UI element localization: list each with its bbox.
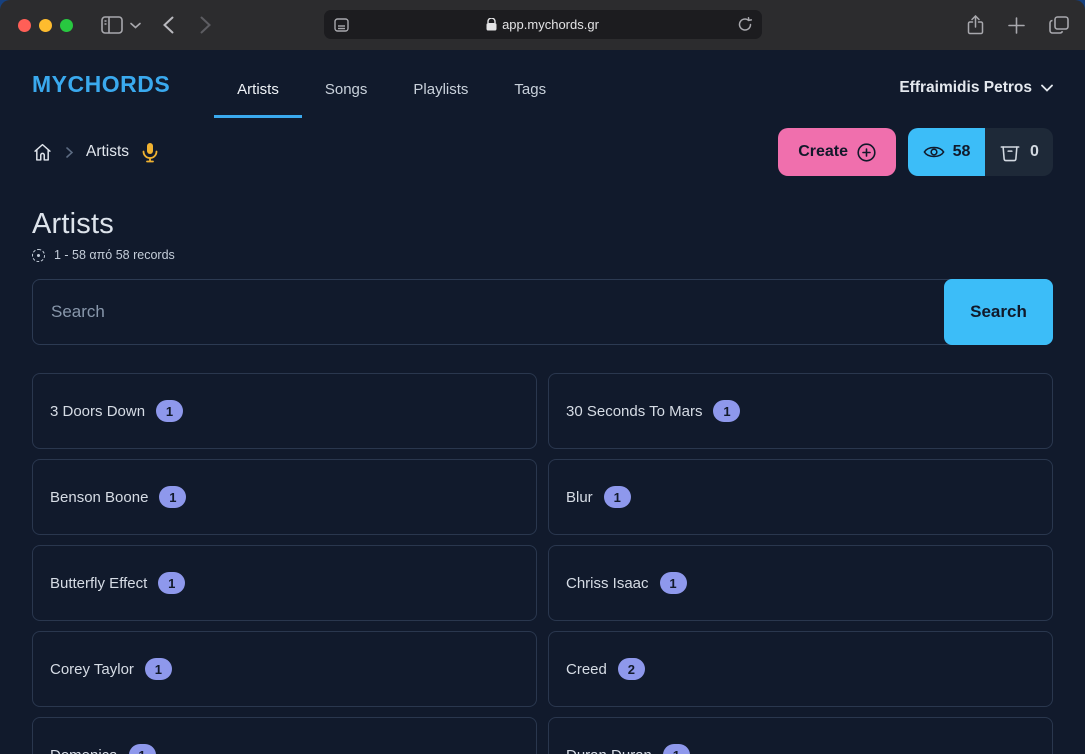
search-bar: Search — [32, 279, 1053, 345]
views-button[interactable]: 58 — [908, 128, 985, 176]
artist-song-count-badge: 1 — [145, 658, 172, 680]
mychords-logo[interactable]: MYCHORDS — [32, 71, 170, 98]
artists-grid: 3 Doors Down130 Seconds To Mars1Benson B… — [32, 373, 1053, 754]
artist-card[interactable]: Blur 1 — [548, 459, 1053, 535]
back-button[interactable] — [163, 16, 174, 34]
url-text: app.mychords.gr — [502, 17, 599, 32]
tab-tags[interactable]: Tags — [491, 50, 569, 118]
plus-circle-icon — [857, 143, 876, 162]
artist-card[interactable]: Corey Taylor 1 — [32, 631, 537, 707]
artist-name: Corey Taylor — [50, 661, 134, 678]
create-button[interactable]: Create — [778, 128, 896, 176]
traffic-lights — [18, 19, 73, 32]
forward-button[interactable] — [200, 16, 211, 34]
artist-song-count-badge: 1 — [663, 744, 690, 754]
search-input[interactable] — [32, 279, 1053, 345]
artist-song-count-badge: 1 — [158, 572, 185, 594]
artist-name: 3 Doors Down — [50, 403, 145, 420]
artist-name: Creed — [566, 661, 607, 678]
artist-card[interactable]: Creed 2 — [548, 631, 1053, 707]
artist-name: Chriss Isaac — [566, 575, 649, 592]
tab-overview-icon[interactable] — [1049, 16, 1069, 34]
view-count: 58 — [953, 143, 971, 161]
search-button[interactable]: Search — [944, 279, 1053, 345]
user-name: Effraimidis Petros — [899, 79, 1032, 97]
tab-artists[interactable]: Artists — [214, 50, 302, 118]
artist-card[interactable]: Butterfly Effect 1 — [32, 545, 537, 621]
artist-card[interactable]: Chriss Isaac 1 — [548, 545, 1053, 621]
artist-song-count-badge: 2 — [618, 658, 645, 680]
artist-name: Benson Boone — [50, 489, 148, 506]
artist-name: Domenica — [50, 747, 118, 754]
page-title: Artists — [32, 208, 1053, 241]
lock-icon — [486, 18, 497, 31]
main-nav: Artists Songs Playlists Tags — [214, 50, 569, 118]
records-count-text: 1 - 58 από 58 records — [54, 248, 175, 262]
artist-song-count-badge: 1 — [156, 400, 183, 422]
cart-count: 0 — [1030, 143, 1039, 161]
sidebar-toggle-icon[interactable] — [101, 16, 123, 34]
sidebar-chevron-down-icon[interactable] — [130, 22, 141, 29]
home-icon[interactable] — [32, 142, 53, 163]
breadcrumb: Artists — [32, 142, 158, 163]
artist-card[interactable]: Duran Duran 1 — [548, 717, 1053, 754]
artist-card[interactable]: Benson Boone 1 — [32, 459, 537, 535]
action-buttons: Create 58 — [778, 128, 1053, 176]
page-settings-icon[interactable] — [334, 18, 349, 32]
artist-song-count-badge: 1 — [713, 400, 740, 422]
minimize-window-button[interactable] — [39, 19, 52, 32]
create-button-label: Create — [798, 143, 848, 161]
basket-icon — [999, 142, 1021, 163]
microphone-icon — [142, 142, 158, 163]
share-icon[interactable] — [967, 15, 984, 35]
chevron-down-icon — [1041, 84, 1053, 92]
artist-song-count-badge: 1 — [604, 486, 631, 508]
address-bar[interactable]: app.mychords.gr — [324, 10, 762, 39]
browser-window: app.mychords.gr — [0, 0, 1085, 754]
artist-name: Butterfly Effect — [50, 575, 147, 592]
artist-song-count-badge: 1 — [660, 572, 687, 594]
breadcrumb-chevron-icon — [66, 147, 73, 158]
artist-name: Blur — [566, 489, 593, 506]
cart-button[interactable]: 0 — [985, 128, 1053, 176]
browser-toolbar: app.mychords.gr — [0, 0, 1085, 50]
user-menu[interactable]: Effraimidis Petros — [899, 71, 1053, 97]
artist-name: Duran Duran — [566, 747, 652, 754]
artist-song-count-badge: 1 — [129, 744, 156, 754]
zoom-window-button[interactable] — [60, 19, 73, 32]
records-info: 1 - 58 από 58 records — [32, 248, 1053, 262]
reload-icon[interactable] — [738, 17, 752, 32]
artist-name: 30 Seconds To Mars — [566, 403, 702, 420]
tab-songs[interactable]: Songs — [302, 50, 391, 118]
site-header: MYCHORDS Artists Songs Playlists Tags Ef… — [32, 50, 1053, 118]
tab-playlists[interactable]: Playlists — [390, 50, 491, 118]
artist-card[interactable]: 30 Seconds To Mars 1 — [548, 373, 1053, 449]
breadcrumb-current[interactable]: Artists — [86, 143, 129, 161]
spinner-icon — [32, 249, 45, 262]
artist-card[interactable]: 3 Doors Down 1 — [32, 373, 537, 449]
artist-card[interactable]: Domenica 1 — [32, 717, 537, 754]
close-window-button[interactable] — [18, 19, 31, 32]
artist-song-count-badge: 1 — [159, 486, 186, 508]
eye-icon — [923, 144, 945, 160]
new-tab-icon[interactable] — [1008, 17, 1025, 34]
page-content: MYCHORDS Artists Songs Playlists Tags Ef… — [0, 50, 1085, 754]
